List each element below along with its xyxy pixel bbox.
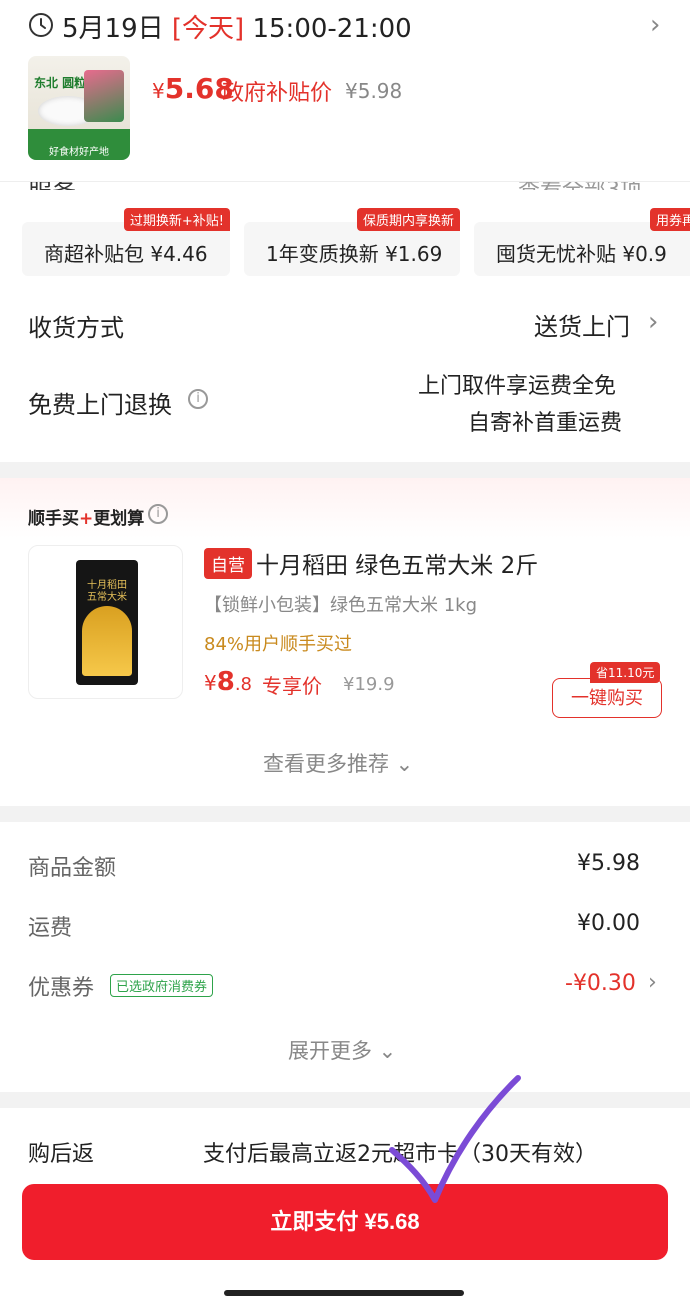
coupon-label: 优惠券 xyxy=(28,976,95,1001)
service-option-spoil-replace[interactable]: 1年变质换新 ¥1.69 保质期内享换新 xyxy=(244,208,460,276)
delivery-time: 5月19日 [今天] 15:00-21:00 xyxy=(62,8,412,45)
price-currency: ¥ xyxy=(204,671,217,695)
expand-more[interactable]: 展开更多 ⌄ xyxy=(288,1035,396,1065)
return-desc-line2: 自寄补首重运费 xyxy=(468,411,623,436)
service-option-stock-subsidy[interactable]: 囤货无忧补贴 ¥0.9 用券再省 xyxy=(474,208,690,276)
service-tag: 过期换新+补贴! xyxy=(123,208,230,231)
shipping-method-label: 收货方式 xyxy=(28,314,124,342)
price-int: 8 xyxy=(216,667,235,697)
chevron-right-icon[interactable]: › xyxy=(648,307,658,337)
coupon-value[interactable]: -¥0.30 xyxy=(565,971,636,996)
cashback-label: 购后返 xyxy=(28,1142,95,1167)
chevron-right-icon[interactable]: › xyxy=(650,10,660,40)
delivery-window: 15:00-21:00 xyxy=(252,14,412,44)
bag-gold-art xyxy=(82,606,132,676)
service-option-subsidy-pack[interactable]: 商超补贴包 ¥4.46 过期换新+补贴! xyxy=(22,208,230,276)
exclusive-price-label: 专享价 xyxy=(262,674,322,698)
package-art xyxy=(84,70,124,122)
chevron-right-icon[interactable]: › xyxy=(648,970,657,995)
recommend-user-stat: 84%用户顺手买过 xyxy=(204,634,353,655)
service-label: 囤货无忧补贴 ¥0.9 xyxy=(496,242,667,266)
delivery-header[interactable]: 5月19日 [今天] 15:00-21:00 › 东北 圆粒 好食材好产地 ¥5… xyxy=(0,0,690,182)
save-amount-badge: 省11.10元 xyxy=(590,662,661,683)
self-operated-badge: 自营 xyxy=(204,548,252,579)
recommend-title: 顺手买+更划算 xyxy=(28,504,144,529)
shipping-fee-value: ¥0.00 xyxy=(577,911,640,936)
price-dec: .8 xyxy=(234,674,253,695)
gov-subsidy-label: 政府补贴价 xyxy=(222,81,333,106)
home-indicator[interactable] xyxy=(224,1290,464,1296)
recommend-title-a: 顺手买 xyxy=(28,509,79,529)
service-label: 商超补贴包 ¥4.46 xyxy=(44,242,208,266)
recommend-price: ¥8.8 xyxy=(204,667,252,697)
thumbnail-brand: 东北 圆粒 xyxy=(34,76,87,90)
shipping-fee-label: 运费 xyxy=(28,916,73,941)
bag-text: 十月稻田 五常大米 xyxy=(87,580,127,603)
recommend-product-name[interactable]: 十月稻田 绿色五常大米 2斤 xyxy=(256,546,538,580)
recommend-product-image[interactable]: 十月稻田 五常大米 xyxy=(28,545,183,699)
free-return-label: 免费上门退换 xyxy=(28,391,172,419)
recommend-title-b: 更划算 xyxy=(93,509,145,529)
service-tag: 用券再省 xyxy=(649,208,690,231)
service-label: 1年变质换新 ¥1.69 xyxy=(266,242,443,266)
service-tag: 保质期内享换新 xyxy=(356,208,460,231)
clock-icon xyxy=(29,13,53,37)
recommend-product-sub: 【锁鲜小包装】绿色五常大米 1kg xyxy=(204,595,478,616)
plus-mark: + xyxy=(79,509,94,529)
delivery-date: 5月19日 xyxy=(62,14,164,44)
today-tag: [今天] xyxy=(171,14,245,44)
view-more-recommend[interactable]: 查看更多推荐 ⌄ xyxy=(263,748,413,778)
thumbnail-footer: 好食材好产地 xyxy=(49,147,109,158)
goods-amount-label: 商品金额 xyxy=(28,856,117,881)
cashback-desc: 支付后最高立返2元超市卡（30天有效） xyxy=(203,1142,597,1167)
shipping-method-value[interactable]: 送货上门 xyxy=(534,307,630,342)
one-click-buy-button[interactable]: 一键购买 xyxy=(552,678,662,718)
info-icon[interactable]: i xyxy=(148,504,168,524)
product-thumbnail[interactable]: 东北 圆粒 好食材好产地 xyxy=(28,56,130,160)
pay-now-button[interactable]: 立即支付 ¥5.68 xyxy=(22,1184,668,1260)
info-icon[interactable]: i xyxy=(188,389,208,409)
recommend-original-price: ¥19.9 xyxy=(343,674,395,695)
coupon-selected-tag: 已选政府消费券 xyxy=(110,974,214,997)
goods-amount-value: ¥5.98 xyxy=(577,851,640,876)
return-desc-line1: 上门取件享运费全免 xyxy=(418,374,617,399)
original-price: ¥5.98 xyxy=(345,79,403,103)
price-currency: ¥ xyxy=(152,79,165,103)
rice-bag-graphic: 十月稻田 五常大米 xyxy=(76,560,138,685)
